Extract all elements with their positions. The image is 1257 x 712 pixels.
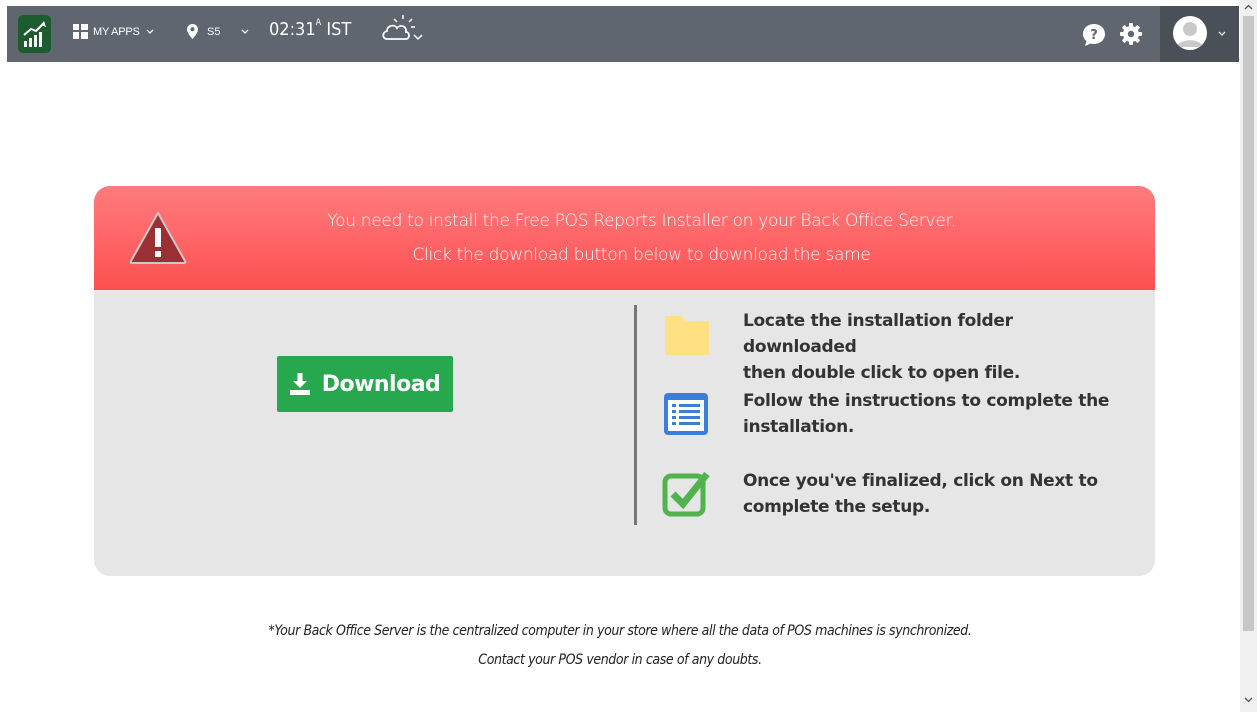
svg-text:?: ?: [1090, 28, 1098, 43]
gear-icon[interactable]: [1120, 23, 1142, 45]
alert-banner: You need to install the Free POS Reports…: [94, 186, 1155, 290]
grid-icon: [73, 24, 88, 39]
chevron-down-icon: [1218, 31, 1226, 36]
footnote-line1: *Your Back Office Server is the centrali…: [268, 623, 972, 639]
step-finalize: Once you've finalized, click on Next to …: [661, 468, 1121, 528]
scroll-up-arrow-icon[interactable]: [1244, 4, 1253, 10]
user-menu[interactable]: [1160, 6, 1239, 62]
step-text-line1: Once you've finalized, click on Next to: [743, 471, 1098, 491]
step-locate-folder: Locate the installation folder downloade…: [661, 308, 1121, 383]
chevron-down-icon: [146, 29, 154, 34]
help-chat-icon[interactable]: ?: [1082, 23, 1106, 47]
avatar: [1173, 16, 1207, 50]
store-label: S5: [207, 25, 221, 38]
list-icon: [664, 393, 708, 435]
step-text: Once you've finalized, click on Next to …: [743, 468, 1098, 520]
step-follow-instructions: Follow the instructions to complete the …: [661, 388, 1121, 448]
top-navigation-bar: MY APPS S5 02:31A IST ?: [7, 6, 1239, 62]
vertical-divider: [634, 305, 637, 525]
checkbox-icon: [662, 471, 710, 517]
vertical-scrollbar[interactable]: [1240, 0, 1257, 712]
location-pin-icon: [187, 24, 198, 39]
chevron-down-icon: [242, 29, 249, 34]
step-text-line2: installation.: [743, 417, 855, 437]
store-selector[interactable]: S5: [187, 24, 250, 39]
clock-suffix: A: [315, 18, 322, 28]
app-logo-icon[interactable]: [18, 15, 51, 53]
step-text: Locate the installation folder downloade…: [743, 308, 1121, 386]
weather-icon[interactable]: [379, 13, 425, 49]
alert-message-line1: You need to install the Free POS Reports…: [327, 211, 956, 231]
download-button[interactable]: Download: [277, 356, 453, 412]
alert-message-line2: Click the download button below to downl…: [412, 245, 871, 265]
scroll-down-arrow-icon[interactable]: [1244, 697, 1253, 703]
clock-timezone: IST: [326, 19, 352, 40]
step-text-line2: then double click to open file.: [743, 363, 1021, 383]
installer-card: You need to install the Free POS Reports…: [94, 186, 1155, 576]
step-text: Follow the instructions to complete the …: [743, 388, 1109, 440]
my-apps-label: MY APPS: [93, 25, 140, 38]
app-frame: MY APPS S5 02:31A IST ? You need to inst…: [0, 0, 1257, 712]
step-text-line2: complete the setup.: [743, 497, 931, 517]
scrollbar-thumb[interactable]: [1243, 16, 1254, 631]
folder-icon: [665, 316, 709, 355]
step-text-line1: Follow the instructions to complete the: [743, 391, 1110, 411]
download-label: Download: [321, 371, 441, 397]
clock-display: 02:31A IST: [269, 18, 352, 40]
my-apps-menu[interactable]: MY APPS: [73, 24, 155, 39]
step-text-line1: Locate the installation folder downloade…: [743, 311, 1013, 357]
clock-time: 02:31: [269, 19, 316, 40]
footnote-line2: Contact your POS vendor in case of any d…: [478, 652, 762, 668]
download-icon: [289, 373, 310, 395]
